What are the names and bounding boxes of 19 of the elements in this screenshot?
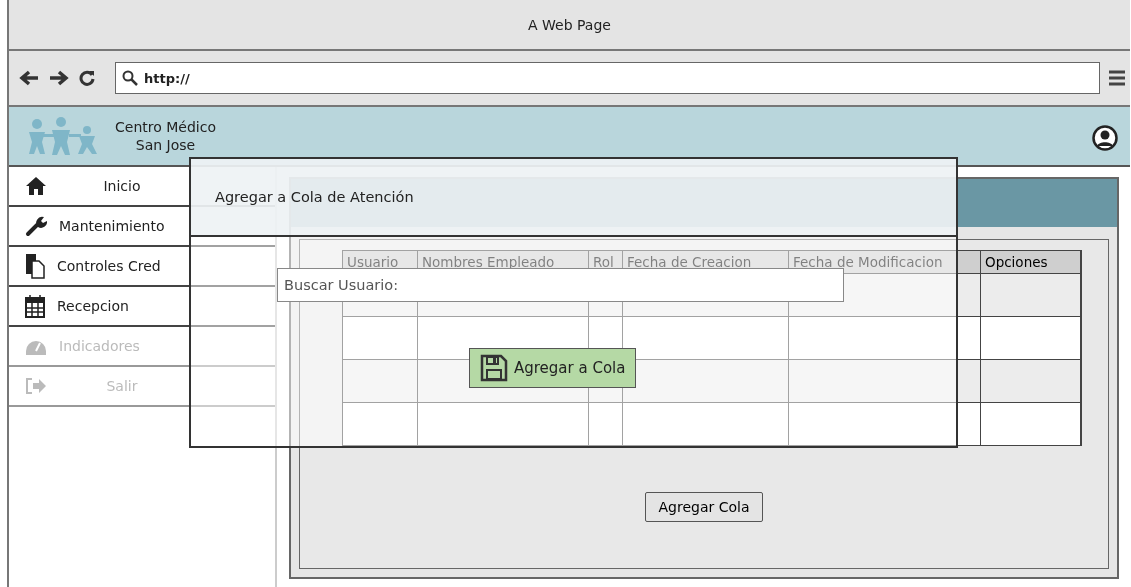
wrench-icon	[25, 215, 47, 237]
save-icon	[480, 354, 508, 382]
documents-icon	[25, 253, 45, 279]
clinic-name: Centro Médico	[115, 118, 216, 136]
search-field[interactable]: Buscar Usuario:	[277, 268, 844, 302]
user-avatar-icon[interactable]	[1092, 125, 1118, 151]
exit-icon	[25, 377, 47, 395]
back-arrow-icon[interactable]	[19, 70, 39, 86]
reload-icon[interactable]	[79, 70, 95, 86]
window-title: A Web Page	[528, 16, 611, 33]
menu-icon[interactable]	[1108, 69, 1126, 87]
forward-arrow-icon[interactable]	[49, 70, 69, 86]
calendar-icon	[25, 294, 45, 318]
add-queue-button[interactable]: Agregar Cola	[645, 492, 763, 522]
search-icon	[122, 70, 138, 86]
clinic-name: San Jose	[135, 136, 196, 154]
add-to-queue-button[interactable]: Agregar a Cola	[469, 348, 637, 388]
address-field[interactable]: http://	[115, 62, 1100, 94]
house-icon	[25, 176, 47, 196]
